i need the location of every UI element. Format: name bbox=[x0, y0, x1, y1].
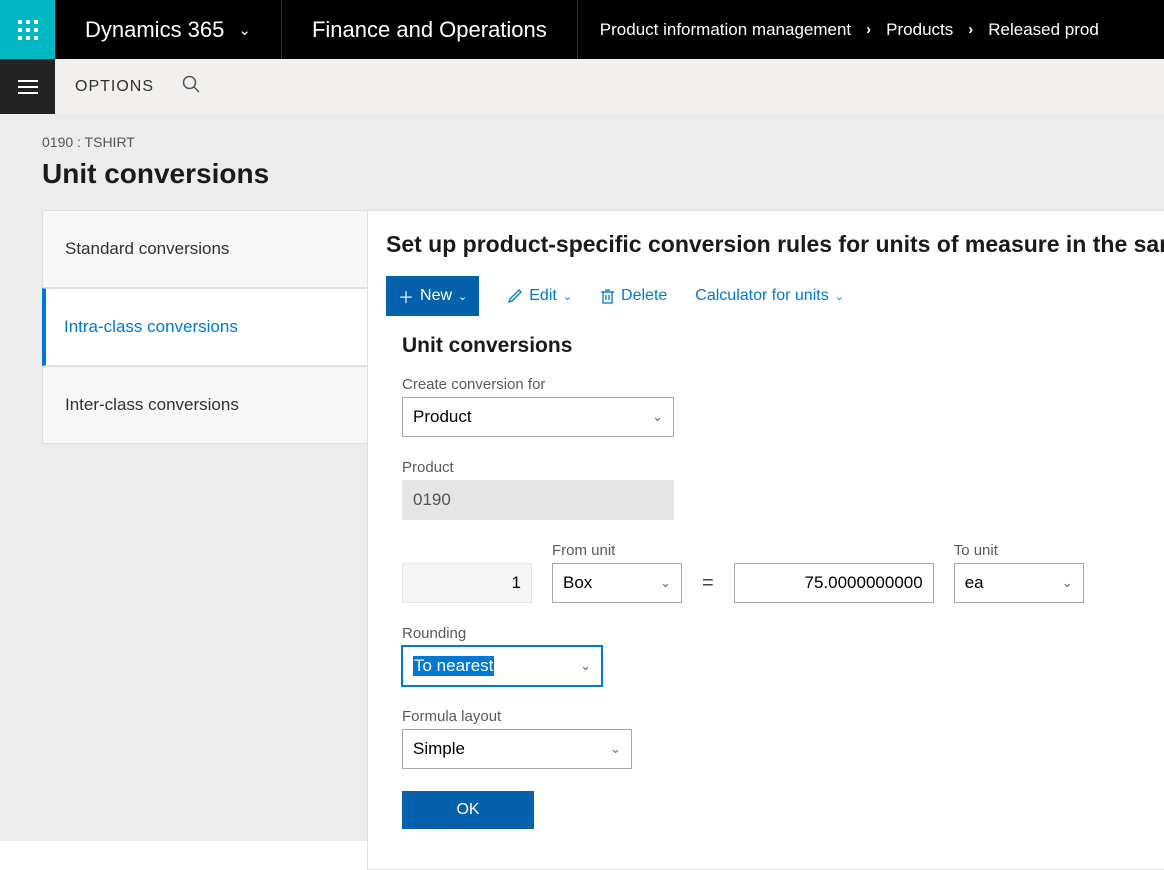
tab-inter-class-conversions[interactable]: Inter-class conversions bbox=[42, 366, 367, 444]
to-unit-label: To unit bbox=[954, 542, 1084, 559]
plus-icon: ＋ bbox=[398, 284, 414, 308]
product-field: 0190 bbox=[402, 480, 674, 520]
module-name: Finance and Operations bbox=[282, 0, 578, 59]
quantity-field[interactable] bbox=[402, 563, 532, 603]
hamburger-icon bbox=[18, 80, 38, 94]
breadcrumb-item[interactable]: Products bbox=[886, 20, 953, 40]
content-area: 0190 : TSHIRT Unit conversions Standard … bbox=[0, 114, 1164, 841]
form-title: Unit conversions bbox=[402, 334, 1164, 358]
main-area: 0190 : TSHIRT Unit conversions Standard … bbox=[0, 114, 1164, 841]
factor-label bbox=[734, 542, 934, 559]
action-bar: OPTIONS bbox=[55, 59, 220, 114]
from-unit-select[interactable]: Box ⌄ bbox=[552, 563, 682, 603]
waffle-icon bbox=[18, 20, 38, 40]
edit-button[interactable]: Edit ⌄ bbox=[507, 287, 572, 305]
rounding-label: Rounding bbox=[402, 625, 1164, 642]
create-for-label: Create conversion for bbox=[402, 376, 1164, 393]
breadcrumb: Product information management › Product… bbox=[578, 0, 1121, 59]
chevron-down-icon: ⌄ bbox=[458, 290, 467, 303]
factor-input[interactable] bbox=[745, 564, 923, 602]
chevron-down-icon: ⌄ bbox=[652, 409, 663, 425]
ok-button[interactable]: OK bbox=[402, 791, 534, 829]
action-bar-row: OPTIONS bbox=[0, 59, 1164, 114]
chevron-down-icon: ⌄ bbox=[238, 21, 251, 39]
waffle-button[interactable] bbox=[0, 0, 55, 59]
chevron-right-icon: › bbox=[866, 21, 871, 38]
breadcrumb-item[interactable]: Product information management bbox=[600, 20, 851, 40]
quantity-input[interactable] bbox=[413, 564, 521, 602]
search-icon bbox=[182, 75, 200, 93]
vertical-tabs: Standard conversions Intra-class convers… bbox=[42, 210, 367, 870]
chevron-down-icon: ⌄ bbox=[835, 290, 844, 303]
module-label: Finance and Operations bbox=[312, 17, 547, 43]
calculator-label: Calculator for units bbox=[695, 287, 828, 305]
factor-field[interactable] bbox=[734, 563, 934, 603]
product-value: 0190 bbox=[413, 490, 451, 510]
qty-label bbox=[402, 542, 532, 559]
edit-label: Edit bbox=[529, 287, 557, 305]
context-line: 0190 : TSHIRT bbox=[0, 134, 1164, 158]
calculator-button[interactable]: Calculator for units ⌄ bbox=[695, 287, 844, 305]
panel-heading: Set up product-specific conversion rules… bbox=[386, 231, 1164, 258]
new-button-label: New bbox=[420, 287, 452, 305]
to-unit-select[interactable]: ea ⌄ bbox=[954, 563, 1084, 603]
chevron-down-icon: ⌄ bbox=[580, 658, 591, 674]
tab-standard-conversions[interactable]: Standard conversions bbox=[42, 210, 367, 288]
chevron-down-icon: ⌄ bbox=[1062, 575, 1073, 591]
rounding-select[interactable]: To nearest ⌄ bbox=[402, 646, 602, 686]
from-unit-value: Box bbox=[563, 573, 592, 593]
delete-button[interactable]: Delete bbox=[600, 287, 667, 305]
from-unit-label: From unit bbox=[552, 542, 682, 559]
detail-panel: Set up product-specific conversion rules… bbox=[367, 210, 1164, 870]
create-for-value: Product bbox=[413, 407, 472, 427]
chevron-right-icon: › bbox=[968, 21, 973, 38]
to-unit-value: ea bbox=[965, 573, 984, 593]
rounding-value: To nearest bbox=[413, 656, 494, 676]
chevron-down-icon: ⌄ bbox=[660, 575, 671, 591]
hamburger-button[interactable] bbox=[0, 59, 55, 114]
create-for-select[interactable]: Product ⌄ bbox=[402, 397, 674, 437]
breadcrumb-item[interactable]: Released prod bbox=[988, 20, 1099, 40]
equals-symbol: = bbox=[702, 572, 714, 603]
work-area: Standard conversions Intra-class convers… bbox=[0, 210, 1164, 870]
options-menu[interactable]: OPTIONS bbox=[75, 78, 154, 96]
app-name-label: Dynamics 365 bbox=[85, 17, 224, 43]
chevron-down-icon: ⌄ bbox=[610, 741, 621, 757]
conversion-form: Create conversion for Product ⌄ Product … bbox=[386, 376, 1164, 829]
search-button[interactable] bbox=[182, 75, 200, 98]
delete-label: Delete bbox=[621, 287, 667, 305]
app-switcher[interactable]: Dynamics 365 ⌄ bbox=[55, 0, 282, 59]
ok-label: OK bbox=[456, 801, 479, 818]
formula-layout-value: Simple bbox=[413, 739, 465, 759]
page-title: Unit conversions bbox=[0, 158, 1164, 210]
formula-layout-select[interactable]: Simple ⌄ bbox=[402, 729, 632, 769]
trash-icon bbox=[600, 288, 615, 304]
top-nav: Dynamics 365 ⌄ Finance and Operations Pr… bbox=[0, 0, 1164, 59]
new-button[interactable]: ＋ New ⌄ bbox=[386, 276, 479, 316]
panel-toolbar: ＋ New ⌄ Edit ⌄ bbox=[386, 276, 1164, 316]
chevron-down-icon: ⌄ bbox=[563, 290, 572, 303]
pencil-icon bbox=[507, 288, 523, 304]
tab-intra-class-conversions[interactable]: Intra-class conversions bbox=[42, 288, 367, 366]
formula-layout-label: Formula layout bbox=[402, 708, 1164, 725]
product-label: Product bbox=[402, 459, 1164, 476]
